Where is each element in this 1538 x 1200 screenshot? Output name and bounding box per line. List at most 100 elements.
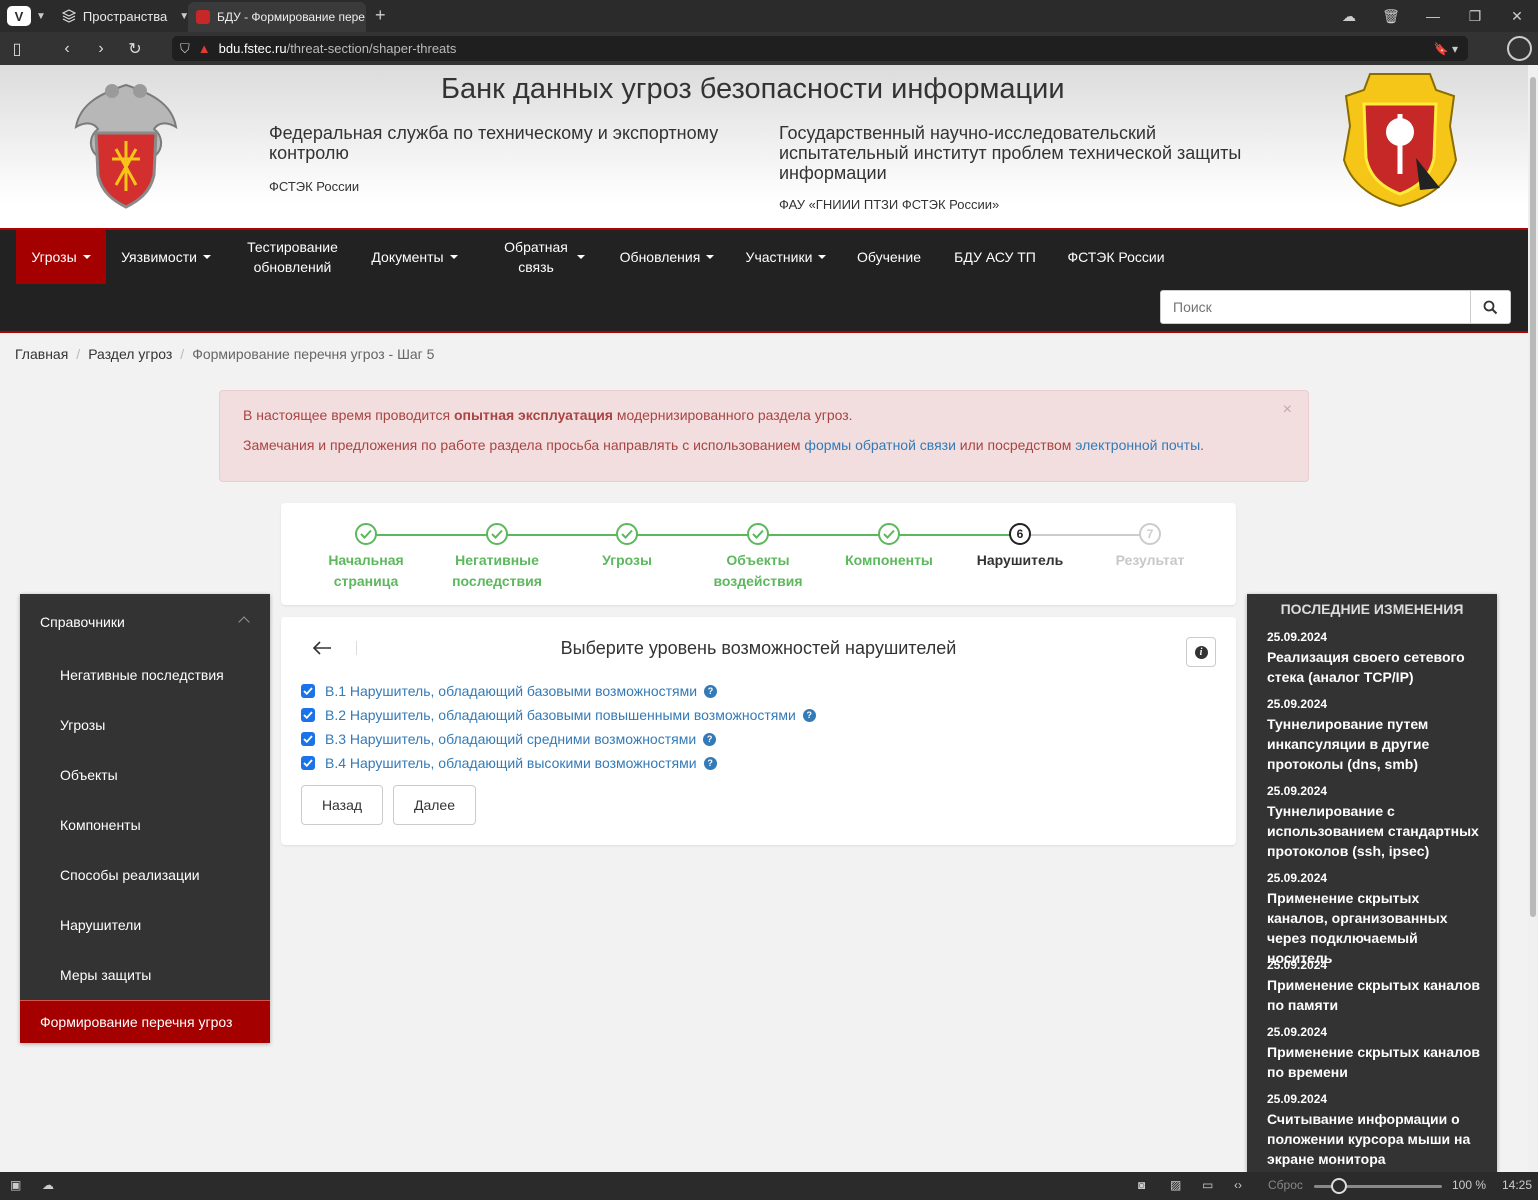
org-left-name: Федеральная служба по техническому и экс… (269, 123, 719, 163)
recent-entry[interactable]: 25.09.2024 Реализация своего сетевого ст… (1267, 630, 1482, 687)
alert-text: Замечания и предложения по работе раздел… (243, 437, 805, 453)
chevron-down-icon[interactable]: ▼ (36, 11, 46, 22)
step-intruder[interactable]: 6 Нарушитель (955, 523, 1085, 571)
step-negative-consequences[interactable]: Негативные последствия (432, 523, 562, 592)
question-icon[interactable]: ? (704, 684, 718, 698)
recent-entry[interactable]: 25.09.2024 Применение скрытых каналов по… (1267, 958, 1482, 1015)
nav-updates[interactable]: Обновления (606, 230, 728, 284)
minimize-icon[interactable]: — (1412, 8, 1454, 24)
scrollbar-thumb[interactable] (1530, 77, 1536, 917)
checkbox-checked[interactable] (301, 756, 315, 770)
step-threats[interactable]: Угрозы (562, 523, 692, 571)
back-button[interactable]: Назад (301, 785, 383, 825)
question-icon[interactable]: ? (703, 756, 717, 770)
option-label[interactable]: В.4 Нарушитель, обладающий высокими возм… (325, 755, 697, 771)
option-label[interactable]: В.3 Нарушитель, обладающий средними возм… (325, 731, 696, 747)
sidebar-item-components[interactable]: Компоненты (60, 817, 141, 833)
entry-title[interactable]: Туннелирование путем инкапсуляции в друг… (1267, 714, 1482, 774)
browser-tab-active[interactable]: БДУ - Формирование пере ✕ (188, 2, 366, 32)
vivaldi-menu-icon[interactable]: V (7, 6, 31, 26)
breadcrumb-home[interactable]: Главная (15, 346, 68, 362)
entry-title[interactable]: Считывание информации о положении курсор… (1267, 1109, 1482, 1169)
entry-title[interactable]: Применение скрытых каналов по времени (1267, 1042, 1482, 1082)
sidebar-item-negative-consequences[interactable]: Негативные последствия (60, 667, 224, 683)
sidebar-heading[interactable]: Справочники (40, 614, 125, 630)
info-button[interactable]: i (1186, 637, 1216, 667)
recent-entry[interactable]: 25.09.2024 Считывание информации о полож… (1267, 1092, 1482, 1169)
step-impact-objects[interactable]: Объекты воздействия (693, 523, 823, 592)
reload-icon[interactable]: ↻ (118, 39, 152, 59)
sidebar-item-threats[interactable]: Угрозы (60, 717, 105, 733)
recent-entry[interactable]: 25.09.2024 Туннелирование путем инкапсул… (1267, 697, 1482, 774)
step-start-page[interactable]: Начальная страница (301, 523, 431, 592)
code-icon[interactable]: ‹› (1234, 1178, 1242, 1192)
restore-icon[interactable]: ❐ (1454, 8, 1496, 25)
nav-participants[interactable]: Участники (734, 230, 838, 284)
forward-icon[interactable]: › (84, 40, 118, 58)
entry-title[interactable]: Реализация своего сетевого стека (аналог… (1267, 647, 1482, 687)
nav-training[interactable]: Обучение (844, 230, 934, 284)
option-label[interactable]: В.1 Нарушитель, обладающий базовыми возм… (325, 683, 697, 699)
step-components[interactable]: Компоненты (824, 523, 954, 571)
capability-option-b3[interactable]: В.3 Нарушитель, обладающий средними возм… (301, 729, 717, 749)
sync-cloud-icon[interactable]: ☁ (42, 1178, 54, 1192)
breadcrumb-threat-section[interactable]: Раздел угроз (88, 346, 172, 362)
search-button[interactable] (1470, 291, 1510, 323)
chevron-up-icon[interactable] (238, 616, 250, 628)
checkbox-checked[interactable] (301, 684, 315, 698)
capability-option-b4[interactable]: В.4 Нарушитель, обладающий высокими возм… (301, 753, 717, 773)
panel-icon[interactable]: ▣ (10, 1178, 21, 1192)
alert-close-icon[interactable]: × (1283, 401, 1292, 419)
option-label[interactable]: В.2 Нарушитель, обладающий базовыми повы… (325, 707, 796, 723)
image-icon[interactable]: ▨ (1170, 1178, 1181, 1192)
sidebar-item-methods[interactable]: Способы реализации (60, 867, 200, 883)
recent-entry[interactable]: 25.09.2024 Применение скрытых каналов по… (1267, 1025, 1482, 1082)
camera-icon[interactable]: ◙ (1138, 1178, 1145, 1192)
tab-title: БДУ - Формирование пере (217, 10, 365, 24)
feedback-form-link[interactable]: формы обратной связи (804, 437, 955, 453)
close-window-icon[interactable]: ✕ (1496, 8, 1538, 25)
question-icon[interactable]: ? (703, 732, 717, 746)
page-scrollbar[interactable] (1528, 65, 1538, 1172)
url-field[interactable]: ⛉ ▲ bdu.fstec.ru/threat-section/shaper-t… (172, 36, 1468, 61)
capability-option-b1[interactable]: В.1 Нарушитель, обладающий базовыми возм… (301, 681, 718, 701)
question-icon[interactable]: ? (802, 708, 816, 722)
panel-toggle-icon[interactable]: ▯ (0, 39, 34, 59)
email-link[interactable]: электронной почты (1075, 437, 1200, 453)
url-path: /threat-section/shaper-threats (286, 41, 457, 56)
nav-feedback[interactable]: Обратная связь (490, 230, 596, 284)
nav-documents[interactable]: Документы (357, 230, 472, 284)
caret-down-icon (449, 255, 458, 259)
new-tab-icon[interactable]: + (375, 5, 386, 26)
back-icon[interactable]: ‹ (50, 40, 84, 58)
recent-entry[interactable]: 25.09.2024 Туннелирование с использовани… (1267, 784, 1482, 861)
entry-title[interactable]: Применение скрытых каналов, организованн… (1267, 888, 1482, 968)
zoom-reset-label[interactable]: Сброс (1268, 1178, 1303, 1192)
sidebar-item-protection-measures[interactable]: Меры защиты (60, 967, 151, 983)
trash-icon[interactable]: 🗑 (1370, 8, 1412, 25)
bookmark-icon[interactable]: 🔖 ▾ (1434, 42, 1458, 56)
shield-icon[interactable]: ⛉ (180, 41, 190, 57)
nav-fstec[interactable]: ФСТЭК России (1054, 230, 1178, 284)
checkbox-checked[interactable] (301, 708, 315, 722)
profile-avatar-icon[interactable] (1507, 36, 1532, 61)
nav-update-testing[interactable]: Тестирование обновлений (230, 230, 355, 284)
sidebar-item-threat-list[interactable]: Формирование перечня угроз (20, 1000, 270, 1043)
spaces-button[interactable]: Пространства ▼ (61, 9, 189, 24)
entry-title[interactable]: Применение скрытых каналов по памяти (1267, 975, 1482, 1015)
next-button[interactable]: Далее (393, 785, 476, 825)
zoom-slider-knob[interactable] (1331, 1178, 1347, 1194)
search-input[interactable] (1161, 291, 1470, 323)
window-icon[interactable]: ▭ (1202, 1178, 1213, 1192)
recent-entry[interactable]: 25.09.2024 Применение скрытых каналов, о… (1267, 871, 1482, 968)
nav-threats[interactable]: Угрозы (16, 230, 106, 284)
org-right: Государственный научно-исследовательский… (779, 123, 1259, 215)
capability-option-b2[interactable]: В.2 Нарушитель, обладающий базовыми повы… (301, 705, 816, 725)
entry-title[interactable]: Туннелирование с использованием стандарт… (1267, 801, 1482, 861)
cloud-icon[interactable]: ☁ (1328, 8, 1370, 25)
checkbox-checked[interactable] (301, 732, 315, 746)
nav-vulnerabilities[interactable]: Уязвимости (106, 230, 226, 284)
sidebar-item-objects[interactable]: Объекты (60, 767, 118, 783)
nav-bdu-asu-tp[interactable]: БДУ АСУ ТП (940, 230, 1050, 284)
sidebar-item-intruders[interactable]: Нарушители (60, 917, 141, 933)
